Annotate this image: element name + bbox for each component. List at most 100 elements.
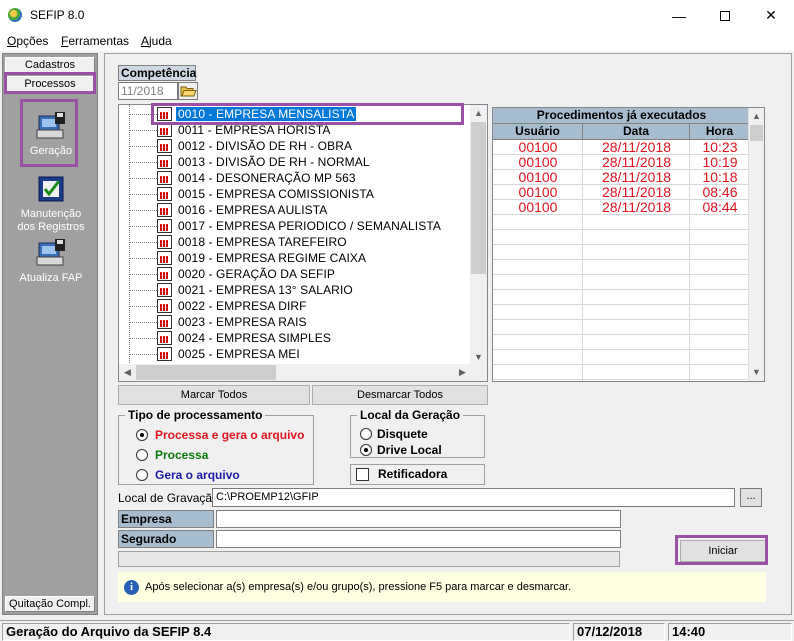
tree-item[interactable]: 0021 - EMPRESA 13° SALARIO [119, 282, 471, 298]
tree-item[interactable]: 0019 - EMPRESA REGIME CAIXA [119, 250, 471, 266]
marcar-todos-button[interactable]: Marcar Todos [118, 385, 310, 405]
tab-cadastros[interactable]: Cadastros [5, 57, 95, 73]
scroll-right-icon[interactable]: ▶ [454, 364, 471, 381]
column-usuario: Usuário [493, 124, 583, 140]
radio-tipo-1[interactable] [136, 449, 148, 461]
tree-guide-line [129, 130, 157, 131]
tree-item[interactable]: 0024 - EMPRESA SIMPLES [119, 330, 471, 346]
atualiza-fap-button[interactable]: Atualiza FAP [5, 237, 97, 285]
tree-item-label: 0025 - EMPRESA MEI [178, 347, 300, 361]
tree-item[interactable]: 0025 - EMPRESA MEI [119, 346, 471, 362]
cell-data: 28/11/2018 [601, 184, 672, 200]
scroll-down-icon[interactable]: ▼ [749, 364, 764, 381]
grid-row [493, 260, 750, 275]
menu-opcoes[interactable]: Opções [7, 34, 48, 48]
local-gravacao-input[interactable]: C:\PROEMP12\GFIP [212, 488, 735, 507]
tree-item[interactable]: 0018 - EMPRESA TAREFEIRO [119, 234, 471, 250]
tree-guide-line [129, 242, 157, 243]
cell-hora: 10:23 [702, 139, 738, 155]
cell-hora: 08:46 [702, 184, 738, 200]
cell-data: 28/11/2018 [601, 154, 672, 170]
cell-data: 28/11/2018 [601, 199, 672, 215]
competencia-input[interactable]: 11/2018 [118, 82, 178, 100]
open-folder-button[interactable] [178, 82, 198, 100]
procedimentos-scrollbar[interactable]: ▲ ▼ [748, 108, 764, 381]
procedimentos-table: Procedimentos já executados Usuário Data… [492, 107, 765, 382]
tree-item-label: 0020 - GERAÇÃO DA SEFIP [178, 267, 336, 281]
info-text: Após selecionar a(s) empresa(s) e/ou gru… [145, 581, 572, 593]
status-text: Geração do Arquivo da SEFIP 8.4 [2, 623, 570, 641]
tree-item[interactable]: 0023 - EMPRESA RAIS [119, 314, 471, 330]
scroll-up-icon[interactable]: ▲ [470, 105, 487, 122]
tree-item-label: 0011 - EMPRESA HORISTA [178, 123, 331, 137]
highlight-selected-empresa [151, 103, 464, 125]
empresa-tree[interactable]: 0010 - EMPRESA MENSALISTA 0011 - EMPRESA … [118, 104, 488, 382]
scroll-corner [470, 364, 487, 381]
tree-item[interactable]: 0013 - DIVISÃO DE RH - NORMAL [119, 154, 471, 170]
grid-row [493, 305, 750, 320]
tree-item[interactable]: 0015 - EMPRESA COMISSIONISTA [119, 186, 471, 202]
progress-bar [118, 551, 620, 567]
scroll-up-icon[interactable]: ▲ [749, 108, 764, 125]
disk-computer-icon [36, 239, 65, 266]
tree-item-label: 0018 - EMPRESA TAREFEIRO [178, 235, 347, 249]
cell-usuario: 00100 [518, 169, 558, 185]
tree-item-label: 0017 - EMPRESA PERIODICO / SEMANALISTA [178, 219, 441, 233]
highlight-iniciar [675, 535, 768, 565]
status-time: 14:40 [668, 623, 792, 641]
manutencao-label-1: Manutenção [20, 208, 82, 220]
minimize-button[interactable]: — [656, 0, 702, 31]
app-icon [8, 8, 22, 22]
tree-item[interactable]: 0012 - DIVISÃO DE RH - OBRA [119, 138, 471, 154]
radio-local-0[interactable] [360, 428, 372, 440]
column-hora: Hora [690, 124, 750, 140]
window-title: SEFIP 8.0 [30, 8, 85, 22]
radio-tipo-0[interactable] [136, 429, 148, 441]
maximize-button[interactable] [702, 0, 748, 31]
empresa-label: Empresa [118, 510, 214, 528]
tree-item[interactable]: 0020 - GERAÇÃO DA SEFIP [119, 266, 471, 282]
folder-open-icon [180, 86, 197, 97]
cell-usuario: 00100 [518, 184, 558, 200]
close-button[interactable]: ✕ [748, 0, 794, 31]
radio-local-label: Disquete [377, 427, 428, 441]
radio-tipo-2[interactable] [136, 469, 148, 481]
grid-row [493, 245, 750, 260]
tree-guide-line [129, 290, 157, 291]
manutencao-button[interactable]: Manutenção dos Registros [5, 173, 97, 234]
tree-guide-line [129, 258, 157, 259]
tree-item[interactable]: 0014 - DESONERAÇÃO MP 563 [119, 170, 471, 186]
tree-item[interactable]: 0016 - EMPRESA AULISTA [119, 202, 471, 218]
browse-button[interactable]: ... [740, 488, 762, 507]
tab-quitacao-compl[interactable]: Quitação Compl. [5, 596, 95, 612]
tree-scroll-thumb[interactable] [471, 122, 486, 274]
procedimentos-scroll-thumb[interactable] [750, 125, 763, 141]
retificadora-label: Retificadora [378, 467, 448, 481]
retificadora-checkbox[interactable] [356, 468, 369, 481]
grid-row [493, 350, 750, 365]
column-data: Data [583, 124, 690, 140]
menu-ferramentas[interactable]: Ferramentas [61, 34, 129, 48]
company-chart-icon [157, 251, 172, 265]
grid-row [493, 230, 750, 245]
tree-horizontal-scrollbar[interactable]: ◀ ▶ [119, 364, 471, 381]
tree-vertical-scrollbar[interactable]: ▲ ▼ [470, 105, 487, 366]
radio-local-1[interactable] [360, 444, 372, 456]
cell-data: 28/11/2018 [601, 169, 672, 185]
cell-usuario: 00100 [518, 154, 558, 170]
highlight-geracao [20, 99, 78, 167]
tree-item[interactable]: 0017 - EMPRESA PERIODICO / SEMANALISTA [119, 218, 471, 234]
tree-guide-line [129, 306, 157, 307]
desmarcar-todos-button[interactable]: Desmarcar Todos [312, 385, 488, 405]
company-chart-icon [157, 171, 172, 185]
tree-item-label: 0014 - DESONERAÇÃO MP 563 [178, 171, 356, 185]
title-bar: SEFIP 8.0 — ✕ [0, 0, 794, 31]
scroll-left-icon[interactable]: ◀ [119, 364, 136, 381]
atualiza-fap-label: Atualiza FAP [19, 272, 83, 284]
menu-ajuda[interactable]: Ajuda [141, 34, 172, 48]
tree-hscroll-thumb[interactable] [136, 365, 276, 380]
cell-hora: 08:44 [702, 199, 738, 215]
local-gravacao-label: Local de Gravação [118, 491, 219, 505]
tree-item[interactable]: 0022 - EMPRESA DIRF [119, 298, 471, 314]
status-date: 07/12/2018 [573, 623, 665, 641]
